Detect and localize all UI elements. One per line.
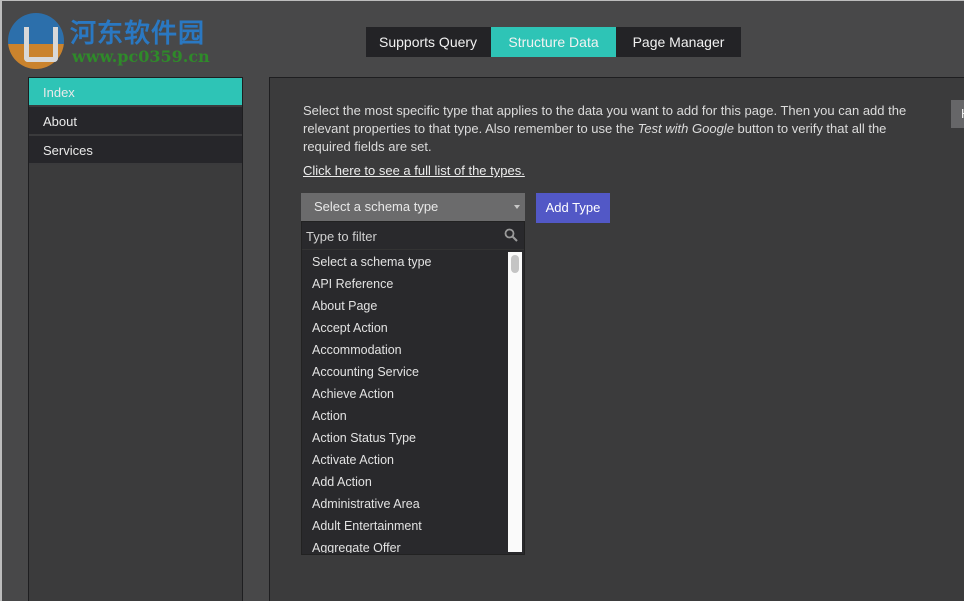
option-item[interactable]: Activate Action bbox=[302, 449, 507, 471]
filter-box bbox=[302, 222, 524, 250]
schema-type-selected-value: Select a schema type bbox=[314, 199, 439, 214]
option-item[interactable]: Aggregate Offer bbox=[302, 537, 507, 553]
option-item[interactable]: Accounting Service bbox=[302, 361, 507, 383]
option-item[interactable]: Achieve Action bbox=[302, 383, 507, 405]
tab-structure-data[interactable]: Structure Data bbox=[491, 27, 616, 57]
sidebar: Index About Services bbox=[28, 77, 243, 601]
instructions-text: Select the most specific type that appli… bbox=[303, 102, 928, 156]
option-item[interactable]: Accept Action bbox=[302, 317, 507, 339]
schema-type-select[interactable]: Select a schema type bbox=[301, 193, 525, 221]
options-scrollbar[interactable] bbox=[508, 252, 522, 552]
sidebar-item-about[interactable]: About bbox=[29, 107, 242, 136]
option-item[interactable]: Adult Entertainment bbox=[302, 515, 507, 537]
tab-supports-query[interactable]: Supports Query bbox=[366, 27, 491, 57]
watermark-chinese-text: 河东软件园 bbox=[70, 19, 206, 49]
option-item[interactable]: Select a schema type bbox=[302, 251, 507, 273]
watermark-url-text: www.pc0359.cn bbox=[72, 47, 210, 66]
instructions-emphasis: Test with Google bbox=[637, 121, 734, 136]
add-type-button[interactable]: Add Type bbox=[536, 193, 610, 223]
option-item[interactable]: API Reference bbox=[302, 273, 507, 295]
watermark-logo: 河东软件园 www.pc0359.cn bbox=[6, 11, 216, 69]
chevron-down-icon bbox=[514, 205, 520, 209]
options-list: Select a schema type API Reference About… bbox=[302, 251, 507, 553]
logo-icon bbox=[8, 13, 64, 69]
option-item[interactable]: Administrative Area bbox=[302, 493, 507, 515]
filter-input[interactable] bbox=[302, 222, 524, 250]
option-item[interactable]: Accommodation bbox=[302, 339, 507, 361]
search-icon bbox=[504, 228, 518, 242]
sidebar-item-index[interactable]: Index bbox=[29, 78, 242, 107]
scrollbar-thumb[interactable] bbox=[511, 255, 519, 273]
help-button[interactable]: H bbox=[951, 100, 964, 128]
sidebar-item-services[interactable]: Services bbox=[29, 136, 242, 165]
option-item[interactable]: Add Action bbox=[302, 471, 507, 493]
top-tabs: Supports Query Structure Data Page Manag… bbox=[366, 27, 741, 57]
schema-type-dropdown: Select a schema type API Reference About… bbox=[301, 221, 525, 555]
tab-page-manager[interactable]: Page Manager bbox=[616, 27, 741, 57]
option-item[interactable]: Action bbox=[302, 405, 507, 427]
main-panel: Select the most specific type that appli… bbox=[269, 77, 964, 601]
option-item[interactable]: About Page bbox=[302, 295, 507, 317]
option-item[interactable]: Action Status Type bbox=[302, 427, 507, 449]
full-types-list-link[interactable]: Click here to see a full list of the typ… bbox=[303, 163, 525, 178]
